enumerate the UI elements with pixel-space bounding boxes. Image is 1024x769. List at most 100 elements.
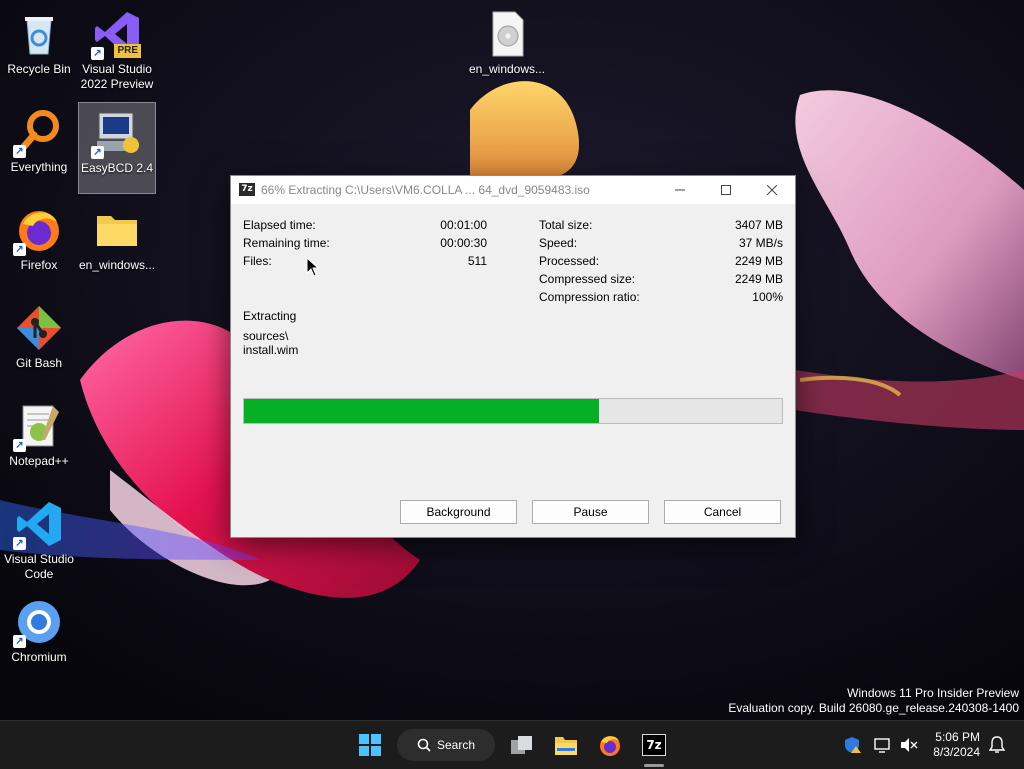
desktop-icon-everything[interactable]: ↗ Everything xyxy=(1,102,77,192)
bell-icon xyxy=(989,736,1005,753)
stat-total-size: Total size: 3407 MB xyxy=(231,218,795,234)
stat-value: 2249 MB xyxy=(734,254,783,268)
network-icon xyxy=(874,738,890,753)
current-path: sources\ xyxy=(243,329,289,343)
current-file: install.wim xyxy=(243,343,299,357)
stat-value: 2249 MB xyxy=(734,272,783,286)
dialog-content: Elapsed time: 00:01:00 Remaining time: 0… xyxy=(231,205,795,537)
shortcut-arrow-icon: ↗ xyxy=(13,243,26,256)
shortcut-arrow-icon: ↗ xyxy=(91,146,104,159)
7zip-app-icon: 7z xyxy=(239,183,255,196)
taskbar-search[interactable]: Search xyxy=(397,729,495,761)
stat-label: Speed: xyxy=(539,236,578,250)
taskbar: Search 7z 5:06 PM 8/3/2024 xyxy=(0,720,1024,769)
volume-tray-icon[interactable] xyxy=(898,729,920,761)
desktop-icon-label: EasyBCD 2.4 xyxy=(80,161,154,175)
notifications-button[interactable] xyxy=(986,729,1008,761)
cancel-button[interactable]: Cancel xyxy=(664,500,781,524)
file-explorer-icon xyxy=(555,737,577,755)
maximize-button[interactable] xyxy=(703,176,749,204)
progress-bar-fill xyxy=(244,399,600,423)
watermark-edition: Windows 11 Pro Insider Preview xyxy=(847,686,1019,700)
background-button[interactable]: Background xyxy=(400,500,517,524)
desktop-icon-en-windows-folder[interactable]: en_windows... xyxy=(79,200,155,290)
pause-button[interactable]: Pause xyxy=(532,500,649,524)
desktop-icon-notepad-plus-plus[interactable]: ↗ Notepad++ xyxy=(1,396,77,486)
firefox-taskbar-button[interactable] xyxy=(594,729,626,761)
stat-value: 100% xyxy=(752,290,783,304)
clock-date: 8/3/2024 xyxy=(933,745,980,759)
close-button[interactable] xyxy=(749,176,795,204)
stat-compression-ratio: Compression ratio: 100% xyxy=(231,290,795,306)
desktop-icon-label: Visual Studio Code xyxy=(4,552,74,581)
mouse-cursor-icon xyxy=(306,257,320,277)
easybcd-icon: ↗ xyxy=(91,109,141,159)
taskbar-clock[interactable]: 5:06 PM 8/3/2024 xyxy=(933,730,980,760)
folder-icon xyxy=(93,206,141,254)
desktop-icon-en-windows-iso[interactable]: en_windows... xyxy=(469,4,545,94)
task-view-button[interactable] xyxy=(506,729,538,761)
stat-label: Compression ratio: xyxy=(539,290,640,304)
desktop-icon-label: Everything xyxy=(10,160,68,174)
visual-studio-icon: PRE ↗ xyxy=(91,10,141,60)
task-view-icon xyxy=(511,736,532,754)
stat-label: Compressed size: xyxy=(539,272,636,286)
recycle-bin-icon xyxy=(15,10,63,58)
stat-value: 3407 MB xyxy=(734,218,783,232)
desktop-icon-label: Firefox xyxy=(20,258,58,272)
desktop-icon-firefox[interactable]: ↗ Firefox xyxy=(1,200,77,290)
start-button[interactable] xyxy=(354,729,386,761)
7zip-taskbar-button[interactable]: 7z xyxy=(638,729,670,761)
desktop-icon-visual-studio-2022-preview[interactable]: PRE ↗ Visual Studio 2022 Preview xyxy=(79,4,155,94)
desktop-icon-label: Notepad++ xyxy=(9,454,69,468)
file-explorer-taskbar-button[interactable] xyxy=(550,729,582,761)
chromium-icon: ↗ xyxy=(13,598,63,648)
7zip-icon: 7z xyxy=(642,734,666,756)
operation-status: Extracting xyxy=(243,309,297,323)
shortcut-arrow-icon: ↗ xyxy=(13,439,26,452)
vscode-icon: ↗ xyxy=(13,500,63,550)
clock-time: 5:06 PM xyxy=(935,730,980,744)
minimize-icon xyxy=(675,189,685,191)
network-tray-icon[interactable] xyxy=(872,729,894,761)
desktop-icon-label: Chromium xyxy=(11,650,67,664)
everything-search-icon: ↗ xyxy=(13,108,63,158)
desktop-icon-label: Visual Studio 2022 Preview xyxy=(80,62,154,91)
security-tray-icon[interactable] xyxy=(842,729,864,761)
firefox-icon: ↗ xyxy=(13,206,63,256)
shield-warning-icon xyxy=(845,737,861,753)
desktop-icon-label: Recycle Bin xyxy=(7,62,71,76)
shortcut-arrow-icon: ↗ xyxy=(91,47,104,60)
windows-logo-icon xyxy=(359,734,381,756)
dialog-titlebar[interactable]: 7z 66% Extracting C:\Users\VM6.COLLA ...… xyxy=(231,176,795,204)
search-icon xyxy=(417,738,431,752)
extraction-progress-dialog: 7z 66% Extracting C:\Users\VM6.COLLA ...… xyxy=(230,175,796,538)
dialog-title: 66% Extracting C:\Users\VM6.COLLA ... 64… xyxy=(261,183,590,197)
desktop-icon-label: en_windows... xyxy=(78,258,156,272)
desktop-icon-visual-studio-code[interactable]: ↗ Visual Studio Code xyxy=(1,494,77,584)
stat-value: 37 MB/s xyxy=(738,236,783,250)
stat-label: Total size: xyxy=(539,218,593,232)
speaker-muted-icon xyxy=(901,738,918,752)
minimize-button[interactable] xyxy=(657,176,703,204)
extraction-progress-bar xyxy=(243,398,783,424)
shortcut-arrow-icon: ↗ xyxy=(13,537,26,550)
stat-speed: Speed: 37 MB/s xyxy=(231,236,795,252)
windows-evaluation-watermark: Windows 11 Pro Insider Preview Evaluatio… xyxy=(728,686,1019,716)
shortcut-arrow-icon: ↗ xyxy=(13,145,26,158)
maximize-icon xyxy=(721,185,731,195)
close-icon xyxy=(767,185,777,195)
desktop-icon-label: Git Bash xyxy=(15,356,63,370)
git-bash-icon xyxy=(15,304,63,352)
shortcut-arrow-icon: ↗ xyxy=(13,635,26,648)
active-app-indicator xyxy=(644,764,664,767)
desktop-icon-recycle-bin[interactable]: Recycle Bin xyxy=(1,4,77,94)
desktop-icon-easybcd[interactable]: ↗ EasyBCD 2.4 xyxy=(78,102,156,194)
desktop-icon-git-bash[interactable]: Git Bash xyxy=(1,298,77,388)
desktop-icon-chromium[interactable]: ↗ Chromium xyxy=(1,592,77,682)
stat-label: Processed: xyxy=(539,254,600,268)
disc-image-file-icon xyxy=(483,10,531,58)
desktop-icon-label: en_windows... xyxy=(468,62,546,76)
search-label: Search xyxy=(436,738,476,752)
preview-badge: PRE xyxy=(114,44,141,58)
